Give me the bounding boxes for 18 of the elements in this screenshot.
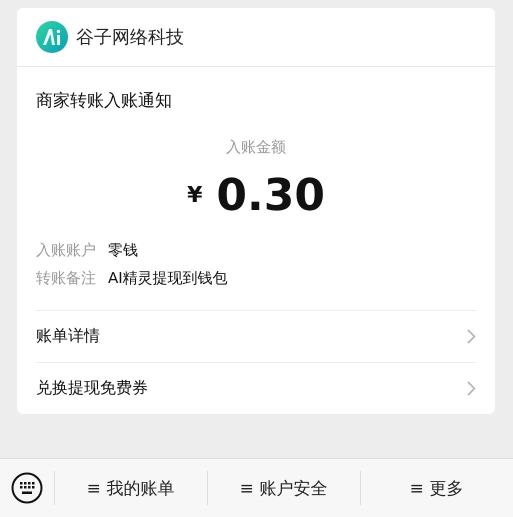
logo-icon (36, 21, 68, 53)
menu-button[interactable]: ≡ 我的账单 (54, 459, 207, 517)
amount-label: 入账金额 (225, 138, 287, 157)
currency-symbol: ¥ (187, 182, 202, 208)
link-row[interactable]: 账单详情 (36, 311, 476, 362)
chevron-right-icon (467, 381, 476, 396)
link-row[interactable]: 兑换提现免费券 (36, 362, 476, 414)
detail-value: 零钱 (108, 241, 138, 260)
detail-label: 入账账户 (36, 241, 96, 260)
notice-title: 商家转账入账通知 (36, 90, 173, 112)
menu-button[interactable]: ≡ 账户安全 (207, 459, 360, 517)
menu-button[interactable]: ≡ 更多 (360, 459, 513, 517)
detail-label: 转账备注 (36, 269, 96, 288)
chevron-right-icon (467, 329, 476, 344)
keyboard-icon (11, 472, 43, 504)
amount: 0.30 (216, 170, 325, 220)
detail-value: AI精灵提现到钱包 (108, 269, 228, 288)
account-name: 谷子网络科技 (76, 26, 184, 49)
